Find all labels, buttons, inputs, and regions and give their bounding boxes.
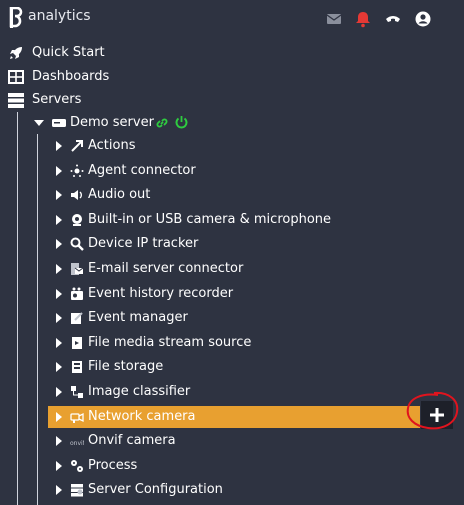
tree-item-label: File storage	[88, 359, 164, 375]
tree-item[interactable]: Actions	[48, 135, 464, 157]
tree-item[interactable]: onvif Onvif camera	[48, 430, 464, 452]
tree-item-label: Device IP tracker	[88, 236, 199, 252]
link-icon	[156, 118, 168, 128]
tree-guide-line	[37, 134, 38, 505]
user-icon[interactable]	[414, 10, 432, 28]
classifier-icon	[71, 386, 83, 398]
power-icon[interactable]	[174, 115, 189, 130]
bell-icon[interactable]	[354, 10, 372, 28]
tree-item-label: Built-in or USB camera & microphone	[88, 211, 332, 227]
nav-quick-start-label: Quick Start	[32, 45, 105, 60]
tree-item[interactable]: Image classifier	[48, 381, 464, 403]
tree-item-label: Network camera	[88, 408, 196, 424]
event-manager-icon	[71, 312, 83, 325]
file-media-icon	[72, 336, 82, 349]
phone-icon[interactable]	[384, 10, 402, 28]
camera-icon	[70, 412, 84, 423]
caret-right-icon[interactable]	[56, 337, 62, 348]
tree-item-label: File media stream source	[88, 334, 252, 350]
tree-item-label: Process	[88, 457, 138, 473]
caret-right-icon[interactable]	[56, 362, 62, 373]
tree-item[interactable]: Event history recorder	[48, 283, 464, 305]
logo-icon	[9, 7, 23, 28]
tree-item[interactable]: File media stream source	[48, 332, 464, 354]
rocket-icon	[10, 47, 22, 59]
storage-icon	[72, 361, 82, 374]
tree-item-label: Event manager	[88, 310, 188, 326]
svg-text:onvif: onvif	[70, 440, 84, 447]
process-icon	[71, 459, 83, 472]
tree-item-label: Actions	[88, 138, 136, 153]
nav-dashboards-label: Dashboards	[32, 69, 110, 84]
dashboard-icon	[8, 70, 24, 84]
nav-servers-label: Servers	[32, 92, 82, 107]
search-icon	[70, 237, 84, 252]
tree-item[interactable]: Process	[48, 455, 464, 477]
caret-right-icon[interactable]	[56, 264, 62, 274]
email-server-icon	[71, 263, 84, 275]
tree-item-label: Onvif camera	[88, 433, 176, 449]
caret-right-icon[interactable]	[56, 485, 62, 496]
top-bar: analytics	[0, 0, 464, 38]
server-name: Demo server	[70, 115, 154, 130]
caret-right-icon[interactable]	[56, 436, 62, 447]
caret-right-icon[interactable]	[56, 214, 62, 225]
caret-right-icon[interactable]	[56, 411, 62, 422]
tree-item-label: Agent connector	[88, 162, 196, 178]
caret-right-icon[interactable]	[56, 190, 62, 201]
nav-quick-start[interactable]: Quick Start	[0, 42, 464, 64]
speaker-icon	[71, 190, 82, 201]
server-stack-icon	[8, 93, 24, 108]
tree-item[interactable]: Network camera	[48, 405, 420, 428]
tree-item[interactable]: Event manager	[48, 307, 464, 329]
tree-item[interactable]: Built-in or USB camera & microphone	[48, 209, 464, 231]
tree-item-label: Image classifier	[88, 384, 191, 399]
webcam-icon	[72, 213, 82, 226]
tree-guide-line	[17, 112, 18, 505]
tree-item[interactable]: Agent connector	[48, 160, 464, 182]
tree-item-label: E-mail server connector	[88, 261, 244, 276]
app-name: analytics	[28, 8, 91, 24]
config-icon	[71, 484, 83, 497]
nav-dashboards[interactable]: Dashboards	[0, 66, 464, 88]
caret-down-icon[interactable]	[34, 120, 44, 126]
tree-item[interactable]: Audio out	[48, 184, 464, 206]
caret-right-icon[interactable]	[56, 165, 62, 176]
caret-right-icon[interactable]	[56, 387, 62, 397]
caret-right-icon[interactable]	[56, 460, 62, 471]
tree-item-label: Audio out	[88, 187, 151, 203]
agent-icon	[70, 164, 84, 177]
server-icon	[52, 119, 66, 127]
annotation-circle	[406, 391, 459, 430]
caret-right-icon[interactable]	[56, 239, 62, 250]
onvif-icon: onvif	[70, 440, 84, 447]
server-row[interactable]: Demo server	[30, 112, 450, 134]
tree-item-label: Server Configuration	[88, 482, 223, 498]
caret-right-icon[interactable]	[56, 288, 62, 299]
caret-right-icon[interactable]	[56, 313, 62, 324]
recorder-icon	[71, 287, 83, 300]
tree-item-label: Event history recorder	[88, 285, 234, 301]
mail-icon[interactable]	[325, 10, 343, 28]
nav-servers[interactable]: Servers	[0, 89, 464, 111]
actions-icon	[71, 140, 83, 152]
tree-item[interactable]: Device IP tracker	[48, 233, 464, 255]
tree-item[interactable]: File storage	[48, 356, 464, 378]
tree-item[interactable]: Server Configuration	[48, 479, 464, 501]
tree-item[interactable]: E-mail server connector	[48, 258, 464, 280]
caret-right-icon[interactable]	[56, 141, 62, 151]
